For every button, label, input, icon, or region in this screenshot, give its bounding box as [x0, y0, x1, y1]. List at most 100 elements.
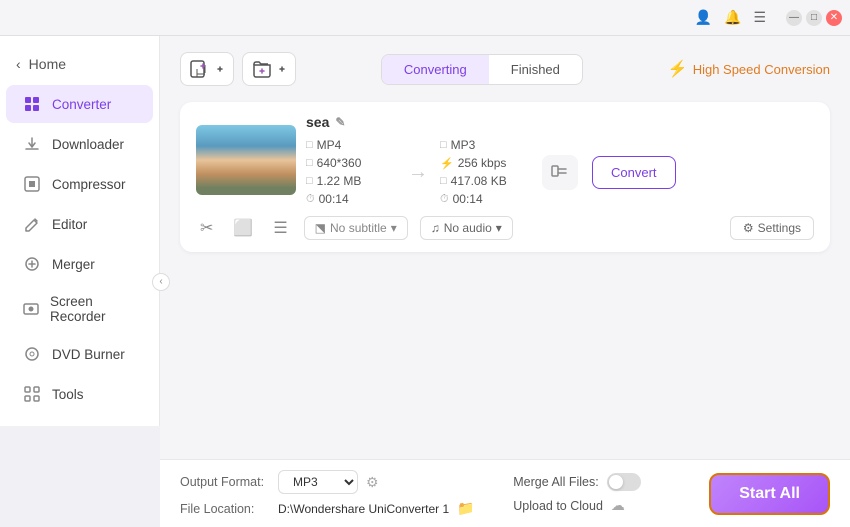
bottom-bar: Output Format: MP3 ⚙ File Location: D:\W…	[160, 459, 850, 527]
home-label: Home	[29, 56, 66, 72]
file-thumbnail	[196, 125, 296, 195]
sidebar-item-compressor[interactable]: Compressor	[6, 165, 153, 203]
sidebar-item-downloader[interactable]: Downloader	[6, 125, 153, 163]
high-speed-button[interactable]: ⚡ High Speed Conversion	[668, 59, 830, 79]
user-icon[interactable]: 👤	[691, 5, 716, 30]
lightning-icon: ⚡	[668, 59, 688, 79]
top-bar: Converting Finished ⚡ High Speed Convers…	[180, 52, 830, 86]
maximize-button[interactable]: □	[806, 10, 822, 26]
tab-group: Converting Finished	[381, 54, 583, 85]
audio-select[interactable]: ♫ No audio ▾	[420, 216, 513, 240]
screen-recorder-icon	[22, 299, 40, 319]
audio-icon: ♫	[431, 221, 440, 235]
resolution-icon: □	[306, 157, 313, 169]
bottom-center: Merge All Files: Upload to Cloud ☁	[513, 473, 693, 514]
source-format: □ MP4	[306, 138, 396, 152]
edit-icon[interactable]: ✎	[335, 115, 345, 129]
target-duration: ⏱ 00:14	[440, 192, 530, 206]
scissors-tool-button[interactable]: ✂	[196, 216, 217, 240]
high-speed-label: High Speed Conversion	[693, 62, 830, 77]
effects-tool-button[interactable]: ☰	[269, 216, 291, 240]
clock-icon: ⏱	[306, 193, 315, 206]
sidebar-collapse-button[interactable]: ‹	[152, 273, 170, 291]
output-format-select[interactable]: MP3	[278, 470, 358, 494]
file-location-row: File Location: D:\Wondershare UniConvert…	[180, 500, 497, 517]
folder-icon[interactable]: 📁	[457, 500, 474, 517]
sidebar-item-screen-recorder[interactable]: Screen Recorder	[6, 285, 153, 333]
arrow-right-icon: →	[408, 161, 428, 184]
target-format: □ MP3	[440, 138, 530, 152]
output-format-row: Output Format: MP3 ⚙	[180, 470, 497, 494]
bell-icon[interactable]: 🔔	[720, 5, 745, 30]
converter-icon	[22, 94, 42, 114]
top-bar-left	[180, 52, 296, 86]
sidebar-tools-label: Tools	[52, 387, 84, 402]
sidebar-item-editor[interactable]: Editor	[6, 205, 153, 243]
start-all-button[interactable]: Start All	[709, 473, 830, 515]
filename-text: sea	[306, 114, 329, 130]
bitrate-icon: ⚡	[440, 157, 454, 170]
add-file-button[interactable]	[180, 52, 234, 86]
menu-icon[interactable]: ☰	[749, 5, 770, 30]
close-button[interactable]: ✕	[826, 10, 842, 26]
editor-icon	[22, 214, 42, 234]
merge-files-row: Merge All Files:	[513, 473, 693, 491]
file-card: sea ✎ □ MP4 □ 640*360	[180, 102, 830, 252]
upload-cloud-label: Upload to Cloud	[513, 499, 603, 513]
target-size-icon: □	[440, 175, 447, 187]
sidebar-home[interactable]: ‹ Home	[0, 48, 159, 80]
sidebar-item-merger[interactable]: Merger	[6, 245, 153, 283]
gear-icon: ⚙	[743, 221, 754, 235]
target-file-icon: □	[440, 139, 447, 151]
add-folder-button[interactable]	[242, 52, 296, 86]
titlebar: 👤 🔔 ☰ — □ ✕	[0, 0, 850, 36]
sidebar: ‹ Home Converter	[0, 36, 160, 426]
sidebar-item-dvd-burner[interactable]: DVD Burner	[6, 335, 153, 373]
output-format-gear-icon[interactable]: ⚙	[366, 474, 379, 491]
finished-tab[interactable]: Finished	[489, 55, 582, 84]
merge-files-label: Merge All Files:	[513, 475, 598, 489]
sidebar-merger-label: Merger	[52, 257, 95, 272]
file-icon: □	[306, 139, 313, 151]
minimize-button[interactable]: —	[786, 10, 802, 26]
convert-button[interactable]: Convert	[592, 156, 676, 189]
sidebar-editor-label: Editor	[52, 217, 87, 232]
file-settings-icon-button[interactable]	[542, 155, 578, 190]
sidebar-compressor-label: Compressor	[52, 177, 126, 192]
sidebar-downloader-label: Downloader	[52, 137, 124, 152]
file-name: sea ✎	[306, 114, 814, 130]
settings-button[interactable]: ⚙ Settings	[730, 216, 814, 240]
upload-cloud-row: Upload to Cloud ☁	[513, 497, 693, 514]
audio-chevron-icon: ▾	[496, 221, 502, 235]
bottom-left: Output Format: MP3 ⚙ File Location: D:\W…	[180, 470, 497, 517]
subtitle-icon: ⬔	[315, 221, 326, 235]
source-size: □ 1.22 MB	[306, 174, 396, 188]
size-icon: □	[306, 175, 313, 187]
sidebar-item-converter[interactable]: Converter	[6, 85, 153, 123]
target-clock-icon: ⏱	[440, 193, 449, 206]
dvd-burner-icon	[22, 344, 42, 364]
sidebar-item-tools[interactable]: Tools	[6, 375, 153, 413]
target-meta: □ MP3 ⚡ 256 kbps □ 417.08 KB	[440, 138, 530, 206]
crop-tool-button[interactable]: ⬜	[229, 216, 257, 240]
back-icon: ‹	[16, 56, 21, 72]
merger-icon	[22, 254, 42, 274]
source-meta: □ MP4 □ 640*360 □ 1.22 MB	[306, 138, 396, 206]
tools-icon	[22, 384, 42, 404]
subtitle-select[interactable]: ⬔ No subtitle ▾	[304, 216, 408, 240]
file-location-value: D:\Wondershare UniConverter 1	[278, 502, 449, 516]
file-tools-row: ✂ ⬜ ☰ ⬔ No subtitle ▾ ♫ No audio ▾ ⚙ Set…	[196, 216, 814, 240]
file-card-header: sea ✎ □ MP4 □ 640*360	[196, 114, 814, 206]
compressor-icon	[22, 174, 42, 194]
converting-tab[interactable]: Converting	[382, 55, 489, 84]
file-location-label: File Location:	[180, 502, 270, 516]
source-duration: ⏱ 00:14	[306, 192, 396, 206]
subtitle-chevron-icon: ▾	[391, 221, 397, 235]
source-resolution: □ 640*360	[306, 156, 396, 170]
merge-toggle[interactable]	[607, 473, 641, 491]
sidebar-dvd-burner-label: DVD Burner	[52, 347, 125, 362]
cloud-icon[interactable]: ☁	[611, 497, 625, 514]
sidebar-converter-label: Converter	[52, 97, 111, 112]
target-size: □ 417.08 KB	[440, 174, 530, 188]
downloader-icon	[22, 134, 42, 154]
